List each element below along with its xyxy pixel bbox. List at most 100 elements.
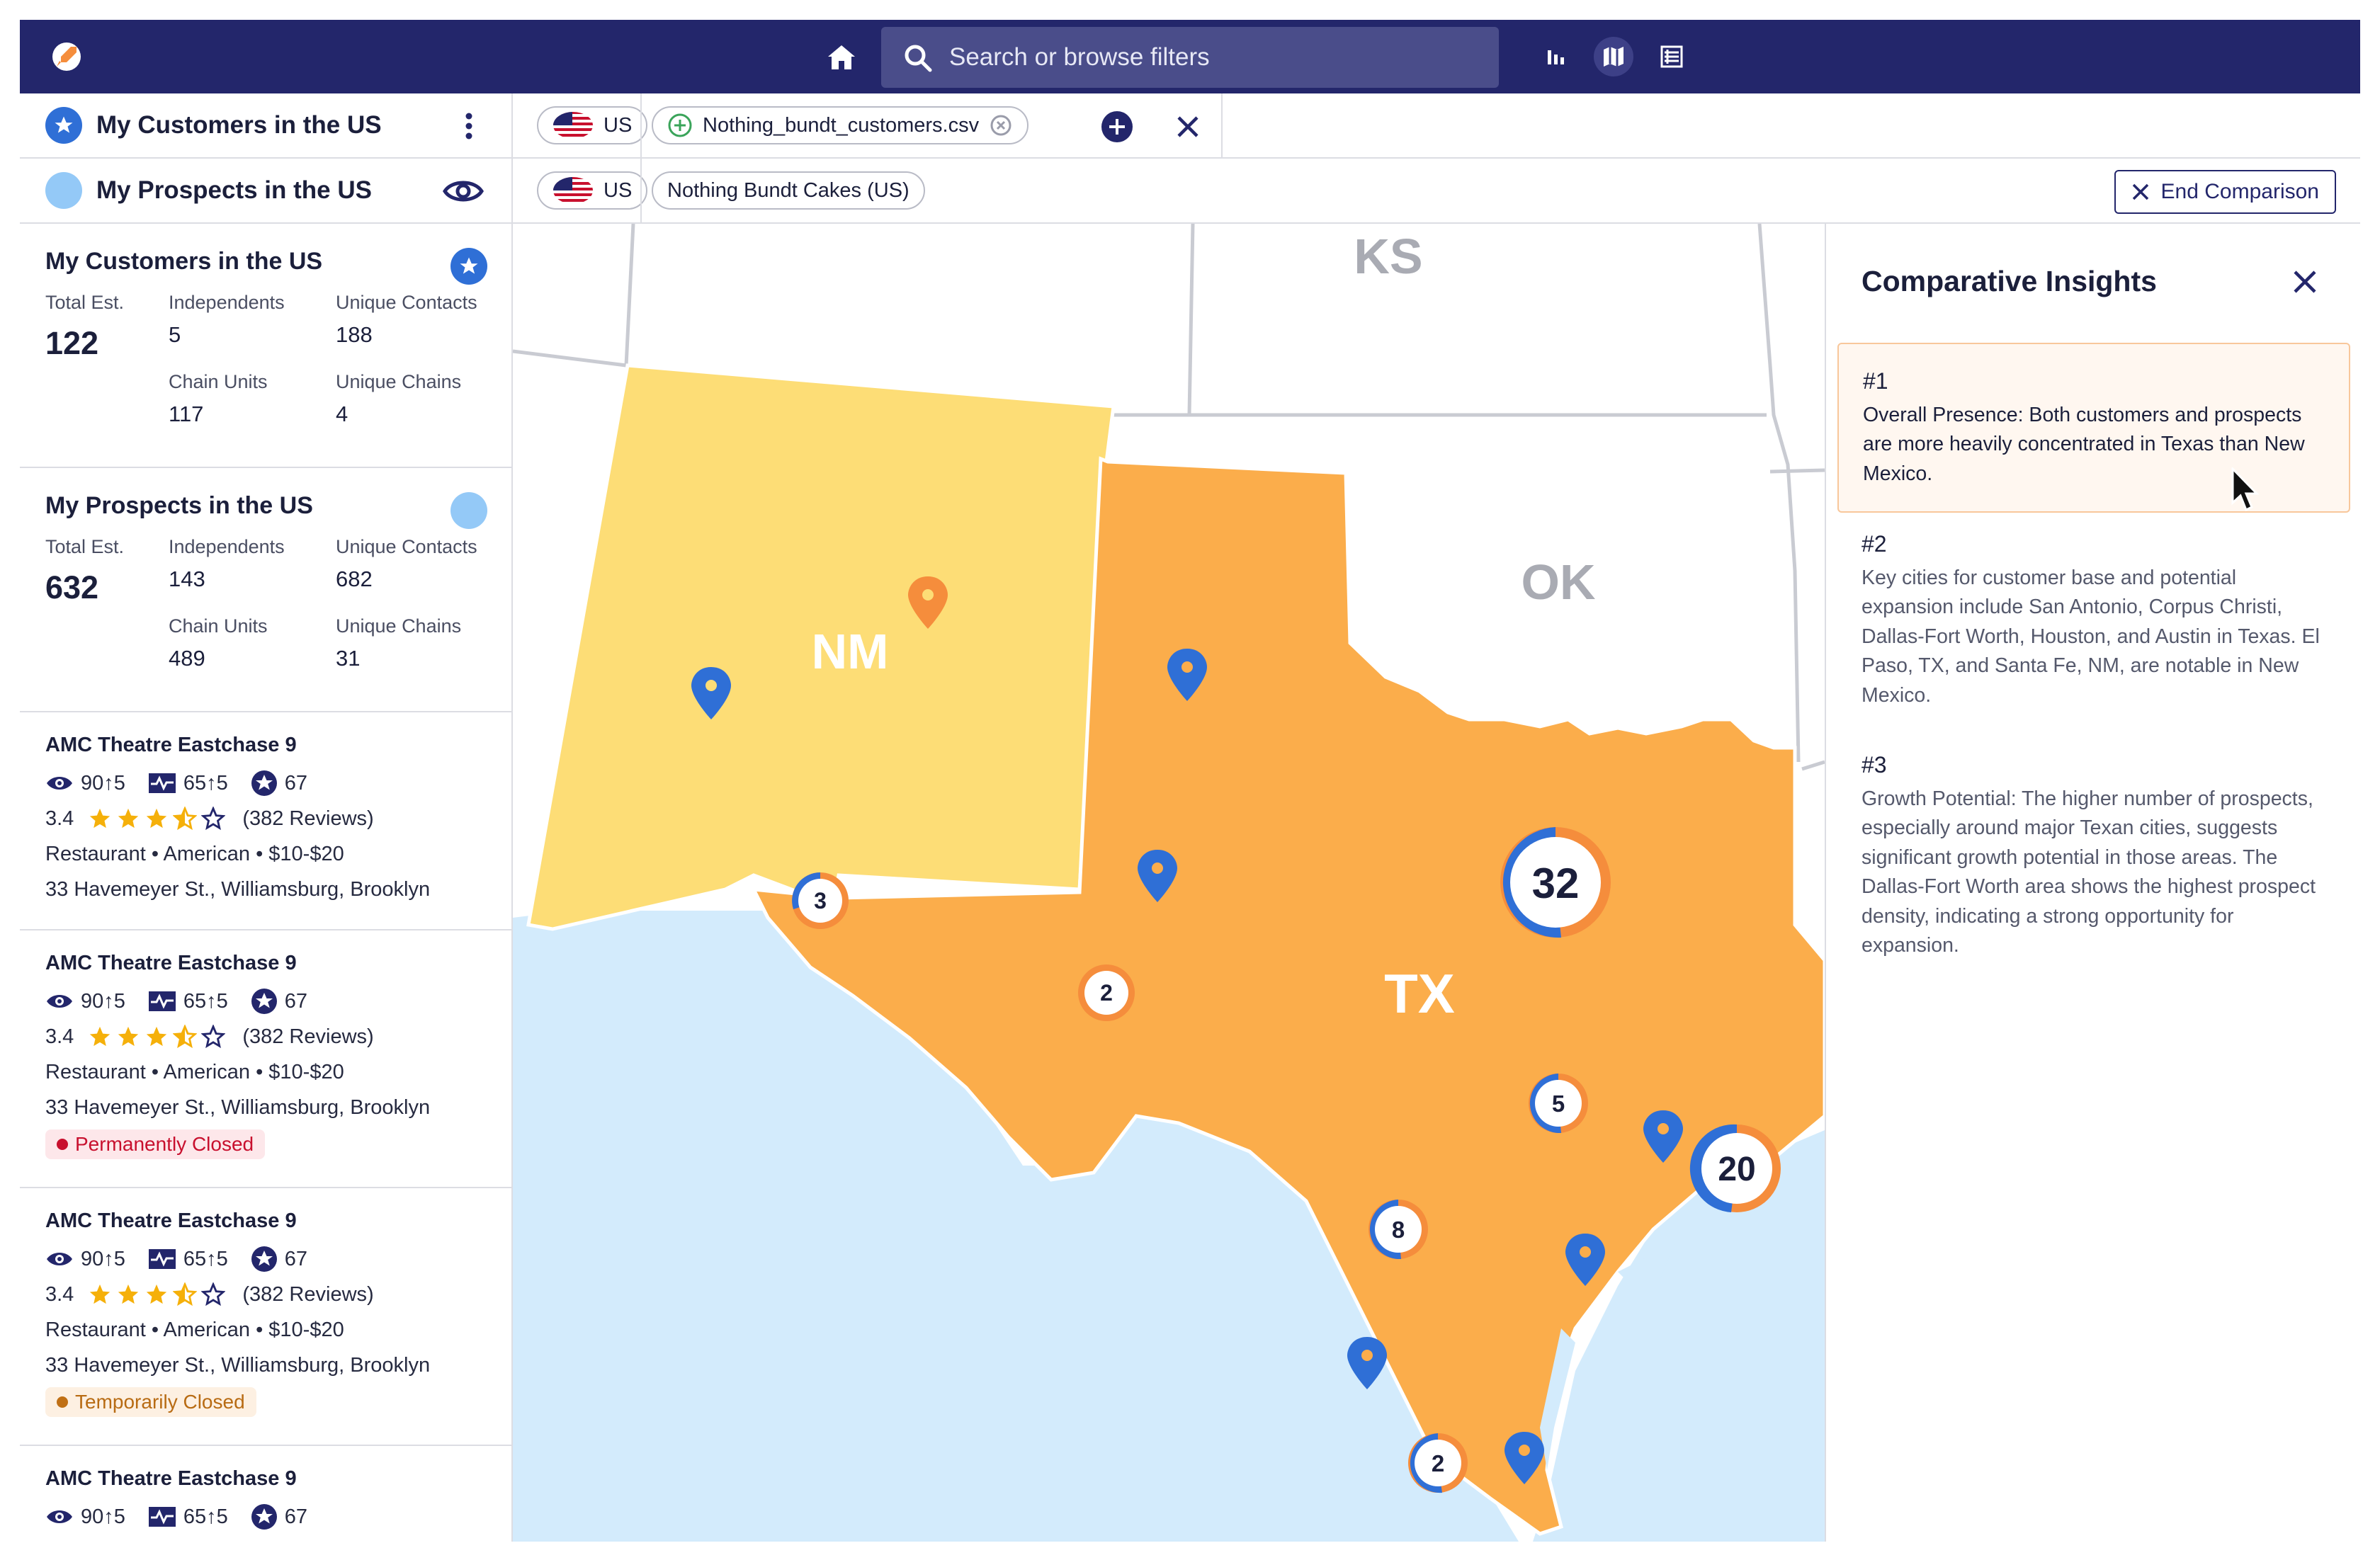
place-category: Restaurant • American • $10-$20 bbox=[45, 1060, 344, 1083]
place-name: AMC Theatre Eastchase 9 bbox=[45, 1209, 297, 1232]
rating-value: 3.4 bbox=[45, 1282, 74, 1306]
insight-item-2[interactable]: #2 Key cities for customer base and pote… bbox=[1837, 507, 2350, 733]
insight-item-1[interactable]: #1 Overall Presence: Both customers and … bbox=[1837, 343, 2350, 513]
remove-chip-icon[interactable] bbox=[989, 113, 1013, 137]
star-badge-icon bbox=[251, 989, 277, 1014]
summary-prospects: My Prospects in the US Total Est. 632 Ind… bbox=[20, 468, 511, 712]
list-row-customers[interactable]: My Customers in the US bbox=[20, 93, 511, 159]
star-filled-icon bbox=[118, 1284, 139, 1304]
region-chip[interactable]: US bbox=[537, 106, 648, 144]
end-comparison-button[interactable]: End Comparison bbox=[2114, 170, 2336, 214]
place-name: AMC Theatre Eastchase 9 bbox=[45, 1467, 297, 1490]
status-text: Permanently Closed bbox=[75, 1133, 254, 1155]
status-dot-icon bbox=[57, 1139, 68, 1150]
stat-chains: Unique Chains 31 bbox=[336, 615, 462, 671]
bar-chart-icon[interactable] bbox=[1536, 37, 1575, 76]
stat-chain-units: Chain Units 117 bbox=[169, 371, 268, 426]
brand-chip[interactable]: Nothing Bundt Cakes (US) bbox=[652, 171, 925, 210]
views-value: 90↑5 bbox=[81, 1505, 125, 1528]
reviews-count: (382 Reviews) bbox=[242, 807, 374, 830]
star-icon bbox=[450, 248, 487, 285]
close-icon[interactable] bbox=[2291, 268, 2319, 296]
activity-icon bbox=[148, 991, 176, 1011]
add-circle-icon bbox=[668, 113, 692, 137]
rating-value: 3.4 bbox=[45, 807, 74, 830]
cluster-marker[interactable]: 32 bbox=[1500, 827, 1611, 938]
map-view[interactable]: KS OK NM TX 3 2 32 5 20 8 2 bbox=[513, 224, 1825, 1542]
cluster-count: 32 bbox=[1532, 860, 1580, 907]
stat-total: Total Est. 122 bbox=[45, 292, 125, 361]
star-half-icon bbox=[173, 807, 198, 831]
map-icon[interactable] bbox=[1594, 37, 1633, 76]
views-value: 90↑5 bbox=[81, 771, 125, 795]
divider bbox=[1221, 93, 1223, 159]
filter-row-customers: US Nothing_bundt_customers.csv bbox=[513, 93, 2360, 159]
list-row-prospects[interactable]: My Prospects in the US bbox=[20, 159, 511, 224]
star-badge-icon bbox=[251, 1504, 277, 1530]
place-card[interactable]: AMC Theatre Eastchase 9 90↑5 65↑5 67 3.4… bbox=[20, 1188, 511, 1446]
place-address: 33 Havemeyer St., Williamsburg, Brooklyn bbox=[45, 877, 431, 901]
star-filled-icon bbox=[147, 808, 167, 829]
home-icon[interactable] bbox=[824, 40, 859, 75]
cluster-marker[interactable]: 3 bbox=[792, 872, 849, 929]
eye-icon[interactable] bbox=[442, 174, 484, 208]
mouse-cursor-icon bbox=[2231, 467, 2260, 512]
close-icon[interactable] bbox=[1174, 113, 1201, 140]
place-category: Restaurant • American • $10-$20 bbox=[45, 1318, 344, 1341]
cluster-marker[interactable]: 8 bbox=[1368, 1200, 1428, 1260]
search-input[interactable]: Search or browse filters bbox=[881, 27, 1499, 88]
place-card[interactable]: AMC Theatre Eastchase 9 90↑5 65↑5 67 3.4… bbox=[20, 930, 511, 1188]
add-filter-icon[interactable] bbox=[1101, 110, 1133, 143]
table-icon[interactable] bbox=[1652, 37, 1692, 76]
cluster-marker[interactable]: 5 bbox=[1529, 1074, 1588, 1134]
stat-independents: Independents 143 bbox=[169, 536, 285, 591]
star-empty-icon bbox=[201, 807, 226, 831]
cluster-count: 20 bbox=[1718, 1151, 1755, 1188]
cluster-marker[interactable]: 20 bbox=[1689, 1124, 1781, 1212]
activity-icon bbox=[148, 1507, 176, 1527]
state-label-ks: KS bbox=[1354, 229, 1422, 284]
insight-text: Key cities for customer base and potenti… bbox=[1862, 566, 2320, 707]
top-bar: Search or browse filters bbox=[20, 20, 2360, 93]
divider bbox=[640, 159, 642, 224]
score-value: 67 bbox=[284, 771, 308, 795]
star-badge-icon bbox=[251, 1246, 277, 1272]
brand-label: Nothing Bundt Cakes (US) bbox=[667, 178, 910, 202]
state-label-ok: OK bbox=[1522, 554, 1596, 610]
file-label: Nothing_bundt_customers.csv bbox=[703, 113, 980, 137]
summary-title: My Customers in the US bbox=[45, 248, 323, 275]
insights-panel: Comparative Insights #1 Overall Presence… bbox=[1825, 224, 2360, 1542]
status-text: Temporarily Closed bbox=[75, 1391, 245, 1413]
stat-total: Total Est. 632 bbox=[45, 536, 125, 605]
activity-value: 65↑5 bbox=[183, 1247, 228, 1270]
star-filled-icon bbox=[90, 1284, 110, 1304]
star-half-icon bbox=[173, 1282, 198, 1306]
reviews-count: (382 Reviews) bbox=[242, 1025, 374, 1048]
place-address: 33 Havemeyer St., Williamsburg, Brooklyn bbox=[45, 1095, 431, 1119]
eye-icon bbox=[47, 1253, 72, 1265]
more-vertical-icon[interactable] bbox=[453, 109, 484, 143]
rocket-logo-icon[interactable] bbox=[50, 40, 84, 74]
rating-row: 3.4 (382 Reviews) bbox=[45, 1019, 486, 1054]
region-label: US bbox=[604, 113, 633, 137]
place-card[interactable]: AMC Theatre Eastchase 9 90↑5 65↑5 67 3.4… bbox=[20, 712, 511, 930]
search-icon bbox=[905, 45, 932, 72]
place-card[interactable]: AMC Theatre Eastchase 9 90↑5 65↑5 67 bbox=[20, 1446, 511, 1542]
cluster-marker[interactable]: 2 bbox=[1408, 1433, 1468, 1493]
insight-number: #2 bbox=[1862, 531, 1887, 557]
cluster-count: 5 bbox=[1552, 1091, 1565, 1117]
insight-item-3[interactable]: #3 Growth Potential: The higher number o… bbox=[1837, 728, 2350, 984]
list-title: My Customers in the US bbox=[96, 111, 382, 139]
region-chip[interactable]: US bbox=[537, 171, 648, 210]
views-value: 90↑5 bbox=[81, 1247, 125, 1270]
file-chip[interactable]: Nothing_bundt_customers.csv bbox=[652, 106, 1029, 144]
cluster-marker[interactable]: 2 bbox=[1078, 964, 1135, 1021]
reviews-count: (382 Reviews) bbox=[242, 1282, 374, 1306]
stat-contacts: Unique Contacts 188 bbox=[336, 292, 477, 347]
status-badge: Temporarily Closed bbox=[45, 1387, 256, 1417]
activity-icon bbox=[148, 773, 176, 793]
star-filled-icon bbox=[90, 1026, 110, 1047]
star-icon bbox=[45, 107, 82, 144]
cluster-count: 8 bbox=[1392, 1217, 1405, 1243]
us-flag-icon bbox=[553, 177, 593, 204]
